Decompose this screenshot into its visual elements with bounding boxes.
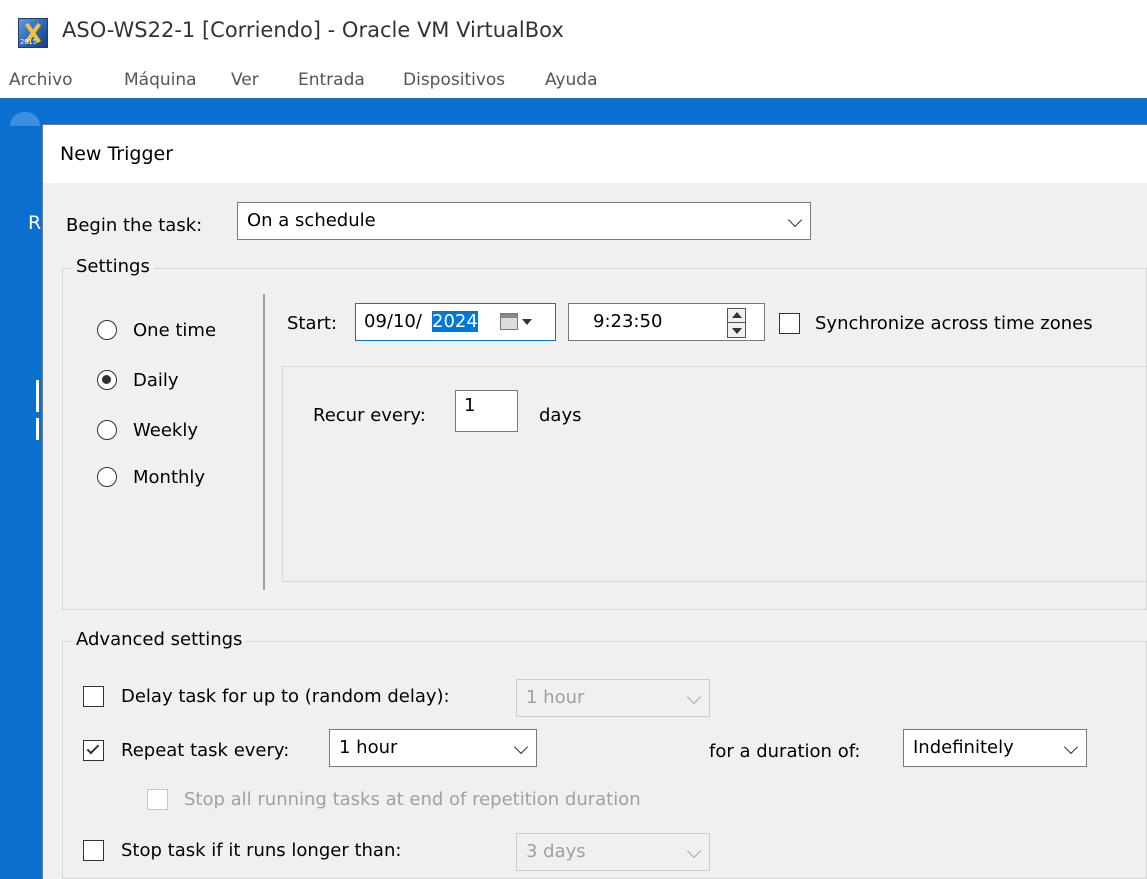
spin-up-icon[interactable] xyxy=(732,312,742,318)
radio-monthly-label[interactable]: Monthly xyxy=(133,467,205,488)
start-date-picker[interactable]: 09/10/2024 xyxy=(355,303,556,341)
duration-select[interactable]: Indefinitely xyxy=(903,729,1087,767)
calendar-icon[interactable] xyxy=(500,313,518,330)
stop-all-label: Stop all running tasks at end of repetit… xyxy=(184,789,641,810)
repeat-task-checkbox[interactable] xyxy=(83,740,104,761)
desktop-text: R xyxy=(28,212,42,234)
check-icon xyxy=(86,741,100,755)
chevron-down-icon xyxy=(1063,739,1079,755)
desktop-glyph xyxy=(36,418,39,440)
settings-divider xyxy=(263,294,265,590)
recur-unit-label: days xyxy=(539,405,582,426)
radio-daily-label[interactable]: Daily xyxy=(133,370,179,391)
menu-maquina[interactable]: Máquina xyxy=(124,70,197,90)
desktop-glyph xyxy=(36,380,39,412)
title-bar: 2015 ASO-WS22-1 [Corriendo] - Oracle VM … xyxy=(0,0,1147,64)
recur-every-input[interactable]: 1 xyxy=(455,390,518,432)
chevron-down-icon xyxy=(686,843,702,859)
delay-task-checkbox[interactable] xyxy=(83,686,104,707)
dropdown-arrow-icon[interactable] xyxy=(522,319,532,325)
menu-ayuda[interactable]: Ayuda xyxy=(545,70,598,90)
radio-monthly[interactable] xyxy=(97,467,117,487)
window-title: ASO-WS22-1 [Corriendo] - Oracle VM Virtu… xyxy=(62,18,564,42)
radio-one-time[interactable] xyxy=(97,320,117,340)
delay-select[interactable]: 1 hour xyxy=(516,679,710,717)
menu-entrada[interactable]: Entrada xyxy=(298,70,365,90)
menu-archivo[interactable]: Archivo xyxy=(9,70,73,90)
spin-down-icon[interactable] xyxy=(732,328,742,334)
duration-label: for a duration of: xyxy=(709,741,861,762)
recurrence-panel xyxy=(282,366,1147,582)
radio-selected-dot xyxy=(102,375,111,384)
radio-weekly-label[interactable]: Weekly xyxy=(133,420,198,441)
radio-weekly[interactable] xyxy=(97,420,117,440)
dialog-title: New Trigger xyxy=(60,143,174,165)
time-spinner[interactable] xyxy=(727,308,746,338)
begin-task-select[interactable]: On a schedule xyxy=(237,202,811,240)
settings-legend: Settings xyxy=(72,256,154,277)
stop-longer-label[interactable]: Stop task if it runs longer than: xyxy=(121,840,401,861)
chevron-down-icon xyxy=(787,212,803,228)
sync-timezones-label[interactable]: Synchronize across time zones xyxy=(815,313,1093,334)
menu-dispositivos[interactable]: Dispositivos xyxy=(403,70,505,90)
start-date-year: 2024 xyxy=(432,311,478,332)
menu-bar: Archivo Máquina Ver Entrada Dispositivos… xyxy=(0,64,1147,98)
begin-task-label: Begin the task: xyxy=(66,215,203,236)
stop-longer-select[interactable]: 3 days xyxy=(516,833,710,871)
radio-daily[interactable] xyxy=(97,370,117,390)
menu-ver[interactable]: Ver xyxy=(231,70,259,90)
radio-one-time-label[interactable]: One time xyxy=(133,320,216,341)
virtualbox-icon: 2015 xyxy=(18,18,48,48)
stop-all-checkbox[interactable] xyxy=(147,789,168,810)
start-time-input[interactable]: 9:23:50 xyxy=(568,303,765,341)
recur-every-label: Recur every: xyxy=(313,405,426,426)
stop-longer-checkbox[interactable] xyxy=(83,840,104,861)
advanced-settings-legend: Advanced settings xyxy=(72,629,247,650)
dialog-title-bar: New Trigger xyxy=(43,125,1147,183)
chevron-down-icon xyxy=(686,689,702,705)
delay-task-label[interactable]: Delay task for up to (random delay): xyxy=(121,686,450,707)
repeat-interval-select[interactable]: 1 hour xyxy=(329,729,537,767)
sync-timezones-checkbox[interactable] xyxy=(779,313,800,334)
chevron-down-icon xyxy=(513,739,529,755)
repeat-task-label[interactable]: Repeat task every: xyxy=(121,740,289,761)
start-label: Start: xyxy=(287,313,338,334)
